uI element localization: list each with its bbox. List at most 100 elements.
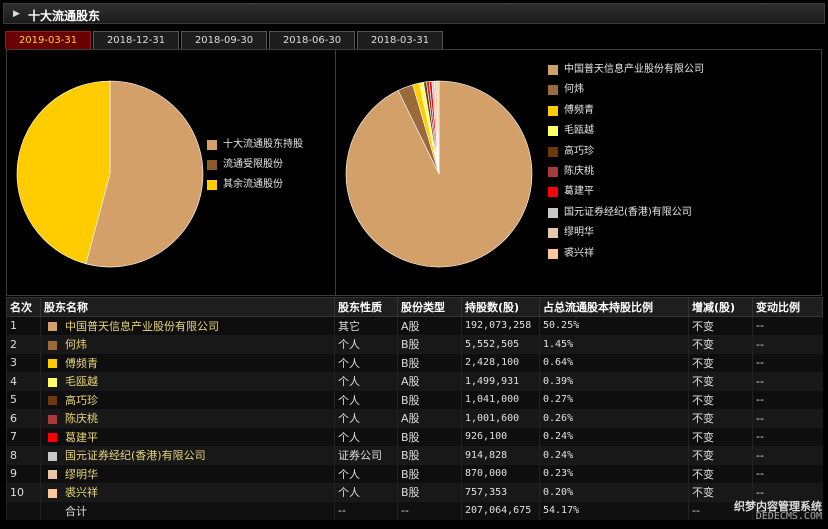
nature-cell: 个人 [334, 464, 398, 483]
table-row[interactable]: 10 裘兴祥 个人 B股 757,353 0.20% 不变 -- [6, 482, 823, 502]
holder-name-cell[interactable]: 裘兴祥 [40, 482, 335, 502]
rank-cell: 6 [6, 408, 41, 428]
color-swatch-icon [48, 414, 57, 424]
holder-name-cell[interactable]: 傅频青 [40, 353, 335, 372]
color-swatch-icon [48, 396, 57, 406]
table-row[interactable]: 6 陈庆桃 个人 A股 1,001,600 0.26% 不变 -- [6, 408, 823, 428]
tab-2019-03-31[interactable]: 2019-03-31 [5, 31, 91, 49]
holder-name-cell[interactable]: 何炜 [40, 334, 335, 354]
color-swatch-icon [48, 433, 57, 443]
holder-name-cell[interactable]: 毛瓯越 [40, 371, 335, 391]
holder-name-cell[interactable]: 中国普天信息产业股份有限公司 [40, 316, 335, 335]
rank-number: 10 [10, 485, 24, 499]
col-change-header[interactable]: 增减(股) [688, 297, 753, 317]
table-row[interactable]: 7 葛建平 个人 B股 926,100 0.24% 不变 -- [6, 427, 823, 446]
change-cell: 不变 [688, 427, 753, 446]
share-type-cell: A股 [397, 371, 462, 391]
shares-cell: 914,828 [461, 445, 540, 465]
rank-cell: 1 [6, 316, 41, 335]
float-structure-legend: 十大流通股东持股 流通受限股份 其余流通股份 [207, 138, 335, 198]
col-ratio-header[interactable]: 占总流通股本持股比例 [539, 297, 689, 317]
ratio-cell: 0.23% [539, 464, 689, 483]
legend-label: 葛建平 [564, 186, 594, 198]
change-cell: 不变 [688, 371, 753, 391]
rank-number: 7 [10, 430, 17, 444]
rank-cell: 7 [6, 427, 41, 446]
color-swatch-icon [48, 340, 57, 350]
ratio-cell: 0.24% [539, 427, 689, 446]
change-pct-cell: -- [752, 408, 823, 428]
ratio-cell: 0.64% [539, 353, 689, 372]
holder-name-cell[interactable]: 缪明华 [40, 464, 335, 483]
nature-cell: 个人 [334, 353, 398, 372]
ratio-cell: 50.25% [539, 316, 689, 335]
holder-name: 裘兴祥 [65, 486, 98, 500]
rank-number: 6 [10, 411, 17, 425]
table-row[interactable]: 2 何炜 个人 B股 5,552,505 1.45% 不变 -- [6, 334, 823, 354]
nature-cell: 证券公司 [334, 445, 398, 465]
col-pct-header[interactable]: 变动比例 [752, 297, 823, 317]
rank-number: 2 [10, 337, 17, 351]
ratio-cell: 1.45% [539, 334, 689, 354]
legend-label: 十大流通股东持股 [223, 139, 303, 150]
col-nature-header[interactable]: 股东性质 [334, 297, 398, 317]
tab-2018-12-31[interactable]: 2018-12-31 [93, 31, 179, 49]
change-pct-cell: -- [752, 445, 823, 465]
holder-name-cell[interactable]: 国元证券经纪(香港)有限公司 [40, 445, 335, 465]
col-type-header[interactable]: 股份类型 [397, 297, 462, 317]
table-row[interactable]: 4 毛瓯越 个人 A股 1,499,931 0.39% 不变 -- [6, 371, 823, 391]
change-pct-cell: -- [752, 316, 823, 335]
col-name-header[interactable]: 股东名称 [40, 297, 335, 317]
legend-swatch-icon [548, 228, 558, 239]
top-holders-legend: 中国普天信息产业股份有限公司 何炜 傅频青 毛瓯越 高巧珍 陈庆桃 葛建平 国元证券经纪(香港… [548, 63, 818, 273]
table-total-row: 合计 -- -- 207,064,675 54.17% -- -- [6, 501, 823, 520]
collapse-triangle-icon[interactable]: ▶ [13, 9, 20, 19]
shares-cell: 5,552,505 [461, 334, 540, 354]
col-rank-header[interactable]: 名次 [6, 297, 41, 317]
rank-number: 3 [10, 356, 17, 370]
change-cell: 不变 [688, 316, 753, 335]
change-pct-cell: -- [752, 371, 823, 391]
share-type-cell: B股 [397, 334, 462, 354]
float-structure-chart-panel: 十大流通股东持股 流通受限股份 其余流通股份 [6, 49, 336, 296]
legend-swatch-icon [207, 140, 217, 150]
holder-name: 毛瓯越 [65, 375, 98, 389]
rank-number: 8 [10, 448, 17, 462]
holder-name-cell[interactable]: 葛建平 [40, 427, 335, 446]
holder-name: 陈庆桃 [65, 412, 98, 426]
share-type-cell: B股 [397, 390, 462, 409]
table-row[interactable]: 3 傅频青 个人 B股 2,428,100 0.64% 不变 -- [6, 353, 823, 372]
legend-label: 流通受限股份 [223, 159, 283, 170]
col-shares-header[interactable]: 持股数(股) [461, 297, 540, 317]
change-pct-cell: -- [752, 334, 823, 354]
change-cell: 不变 [688, 390, 753, 409]
color-swatch-icon [48, 488, 57, 498]
nature-cell: 个人 [334, 427, 398, 446]
table-row[interactable]: 9 缪明华 个人 B股 870,000 0.23% 不变 -- [6, 464, 823, 483]
shares-cell: 1,001,600 [461, 408, 540, 428]
tab-2018-06-30[interactable]: 2018-06-30 [269, 31, 355, 49]
holder-name-cell[interactable]: 陈庆桃 [40, 408, 335, 428]
share-type-cell: B股 [397, 427, 462, 446]
rank-number: 4 [10, 374, 17, 388]
table-row[interactable]: 8 国元证券经纪(香港)有限公司 证券公司 B股 914,828 0.24% 不变 -- [6, 445, 823, 465]
shares-cell: 2,428,100 [461, 353, 540, 372]
table-body: 1 中国普天信息产业股份有限公司 其它 A股 192,073,258 50.25% 不变 --… [6, 316, 823, 520]
rank-cell: 2 [6, 334, 41, 354]
change-cell: 不变 [688, 445, 753, 465]
tab-2018-09-30[interactable]: 2018-09-30 [181, 31, 267, 49]
legend-swatch-icon [548, 248, 558, 259]
tab-2018-03-31[interactable]: 2018-03-31 [357, 31, 443, 49]
table-row[interactable]: 5 高巧珍 个人 B股 1,041,000 0.27% 不变 -- [6, 390, 823, 409]
watermark: 织梦内容管理系统 DEDECMS.COM [714, 498, 822, 524]
change-cell: 不变 [688, 464, 753, 483]
holder-name-cell[interactable]: 高巧珍 [40, 390, 335, 409]
rank-cell: 3 [6, 353, 41, 372]
share-type-cell: B股 [397, 482, 462, 502]
total-label-cell: 合计 [40, 501, 335, 520]
table-row[interactable]: 1 中国普天信息产业股份有限公司 其它 A股 192,073,258 50.25% 不变 -- [6, 316, 823, 335]
change-pct-cell: -- [752, 427, 823, 446]
total-shares-cell: 207,064,675 [461, 501, 540, 520]
share-type-cell: B股 [397, 445, 462, 465]
legend-swatch-icon [548, 207, 558, 218]
